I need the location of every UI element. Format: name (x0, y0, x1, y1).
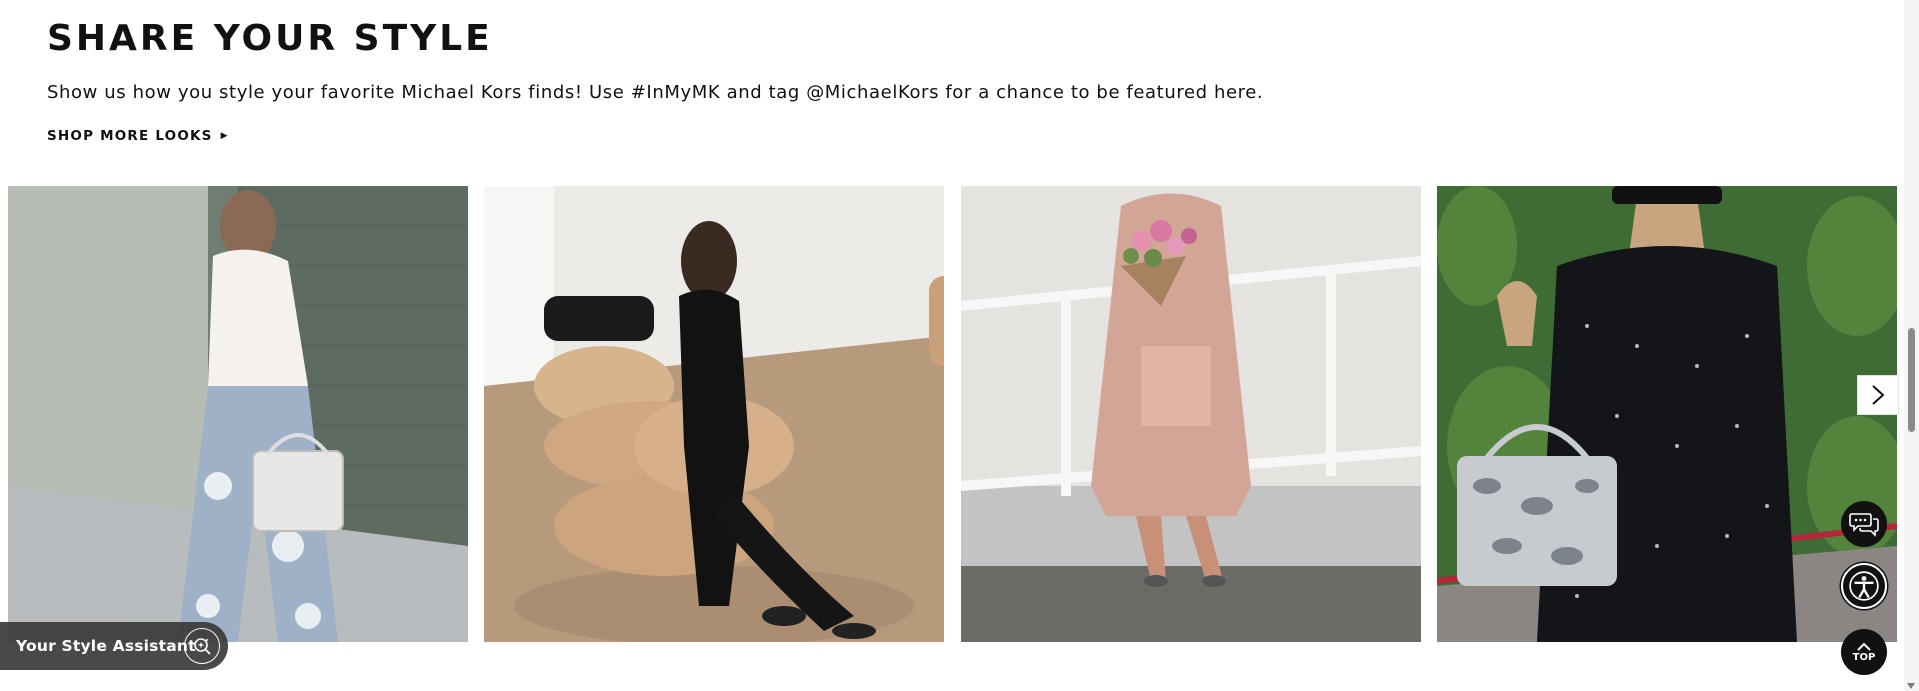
gallery-tile-3[interactable] (961, 186, 1421, 642)
shop-more-looks-link[interactable]: SHOP MORE LOOKS ▶ (47, 128, 229, 144)
scroll-down-arrow-icon[interactable] (1907, 683, 1915, 689)
section-title: SHARE YOUR STYLE (47, 18, 493, 59)
chevron-up-icon (1857, 642, 1871, 651)
carousel-next-button[interactable] (1857, 375, 1899, 415)
section-description: Show us how you style your favorite Mich… (47, 82, 1264, 103)
scrollbar-thumb[interactable] (1908, 328, 1915, 432)
gallery-tile-4[interactable] (1437, 186, 1897, 642)
chevron-right-icon (1872, 385, 1885, 405)
back-to-top-label: TOP (1852, 651, 1876, 663)
chat-bubbles-icon (1849, 513, 1879, 537)
style-assistant-button[interactable]: Your Style Assistant (0, 622, 228, 670)
gallery-tile-1[interactable] (8, 186, 468, 642)
style-assistant-label: Your Style Assistant (16, 637, 196, 655)
look-photo-black-dress-tan-chair (484, 186, 944, 642)
back-to-top-button[interactable]: TOP (1841, 629, 1887, 675)
accessibility-button[interactable] (1841, 563, 1887, 609)
accessibility-icon (1849, 571, 1879, 601)
chat-button[interactable] (1841, 501, 1887, 547)
caret-right-icon: ▶ (220, 131, 229, 141)
look-photo-white-lace-top-floral-jeans (8, 186, 468, 642)
page-scrollbar[interactable] (1904, 0, 1919, 691)
look-photo-pink-trench-flowers (961, 186, 1421, 642)
look-photo-black-lace-snakeskin-bag (1437, 186, 1897, 642)
shop-more-looks-label: SHOP MORE LOOKS (47, 128, 213, 144)
style-gallery (8, 186, 1898, 642)
gallery-tile-2[interactable] (484, 186, 944, 642)
ai-search-icon (184, 628, 220, 664)
